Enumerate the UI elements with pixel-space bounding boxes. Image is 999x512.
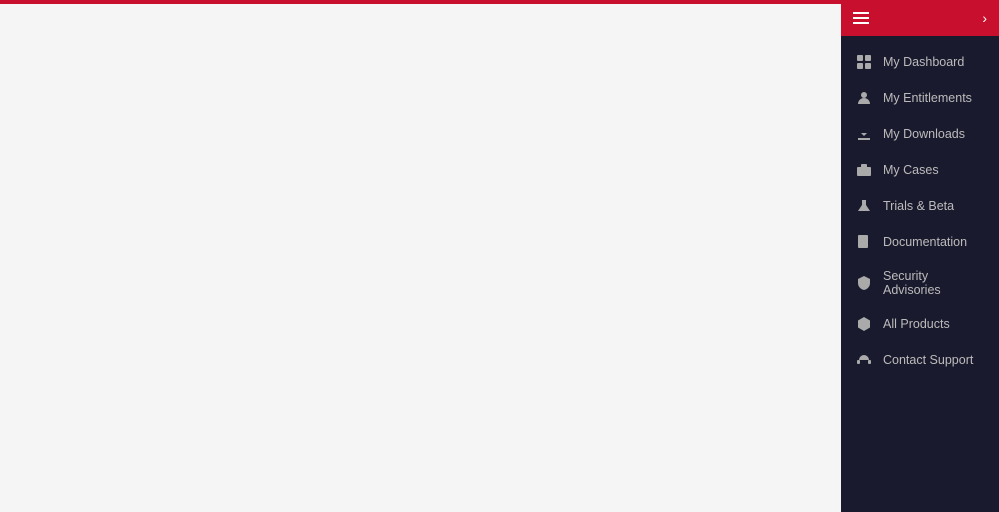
grid-icon: [855, 53, 873, 71]
sidebar-item-label: My Cases: [883, 163, 939, 177]
sidebar-item-entitlements[interactable]: My Entitlements: [841, 80, 999, 116]
user-icon: [855, 89, 873, 107]
doc-icon: [855, 233, 873, 251]
sidebar-item-label: My Entitlements: [883, 91, 972, 105]
headset-icon: [855, 351, 873, 369]
hamburger-icon[interactable]: [853, 12, 869, 24]
sidebar-item-support[interactable]: Contact Support: [841, 342, 999, 378]
sidebar-item-dashboard[interactable]: My Dashboard: [841, 44, 999, 80]
shield-icon: [855, 274, 873, 292]
sidebar-item-security[interactable]: Security Advisories: [841, 260, 999, 306]
sidebar-item-label: My Dashboard: [883, 55, 964, 69]
sidebar-collapse-arrow[interactable]: ›: [982, 10, 987, 26]
sidebar-item-documentation[interactable]: Documentation: [841, 224, 999, 260]
sidebar-item-label: Security Advisories: [883, 269, 985, 297]
sidebar: › My Dashboard My Entitlements My Downlo…: [841, 0, 999, 512]
sidebar-item-label: All Products: [883, 317, 950, 331]
sidebar-item-label: Documentation: [883, 235, 967, 249]
sidebar-item-cases[interactable]: My Cases: [841, 152, 999, 188]
sidebar-nav: My Dashboard My Entitlements My Download…: [841, 36, 999, 386]
briefcase-icon: [855, 161, 873, 179]
sidebar-item-label: Contact Support: [883, 353, 973, 367]
sidebar-item-products[interactable]: All Products: [841, 306, 999, 342]
sidebar-header: ›: [841, 0, 999, 36]
sidebar-item-label: My Downloads: [883, 127, 965, 141]
download-icon: [855, 125, 873, 143]
top-accent-bar: [0, 0, 841, 4]
flask-icon: [855, 197, 873, 215]
cube-icon: [855, 315, 873, 333]
sidebar-item-downloads[interactable]: My Downloads: [841, 116, 999, 152]
sidebar-item-trials[interactable]: Trials & Beta: [841, 188, 999, 224]
sidebar-item-label: Trials & Beta: [883, 199, 954, 213]
